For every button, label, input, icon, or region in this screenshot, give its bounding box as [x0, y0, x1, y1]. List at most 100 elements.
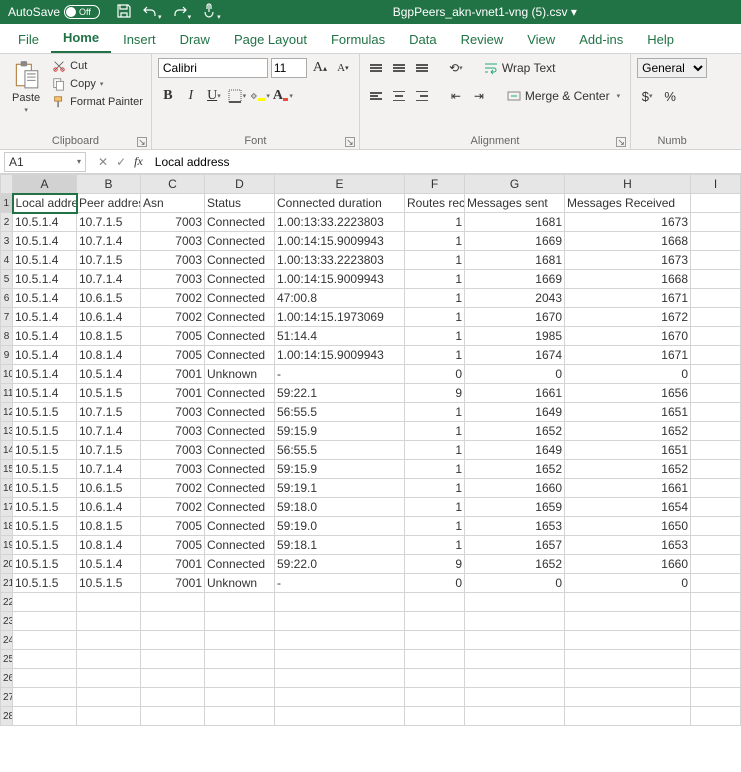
cell[interactable]: 1.00:13:33.2223803: [275, 251, 405, 270]
cell[interactable]: 7003: [141, 213, 205, 232]
decrease-indent-button[interactable]: ⇤: [446, 86, 466, 106]
cell[interactable]: [77, 688, 141, 707]
cell[interactable]: Connected: [205, 479, 275, 498]
cell[interactable]: 1651: [565, 403, 691, 422]
cell[interactable]: [405, 688, 465, 707]
cell[interactable]: 7001: [141, 365, 205, 384]
cell[interactable]: 2043: [465, 289, 565, 308]
tab-page-layout[interactable]: Page Layout: [222, 26, 319, 53]
cell[interactable]: 7003: [141, 441, 205, 460]
cell[interactable]: 1660: [465, 479, 565, 498]
cell[interactable]: Status: [205, 194, 275, 213]
cell[interactable]: [275, 650, 405, 669]
row-header[interactable]: 19: [1, 536, 13, 555]
cell[interactable]: Connected: [205, 536, 275, 555]
cell[interactable]: 59:22.1: [275, 384, 405, 403]
cell[interactable]: 10.7.1.4: [77, 422, 141, 441]
cell[interactable]: 10.5.1.4: [77, 365, 141, 384]
cell[interactable]: Unknown: [205, 574, 275, 593]
cell[interactable]: 10.7.1.5: [77, 441, 141, 460]
cell[interactable]: 59:18.1: [275, 536, 405, 555]
cell[interactable]: [691, 536, 741, 555]
cell[interactable]: [77, 612, 141, 631]
cell[interactable]: [275, 688, 405, 707]
cell[interactable]: [465, 669, 565, 688]
cell[interactable]: 10.5.1.5: [13, 498, 77, 517]
cell[interactable]: 0: [465, 365, 565, 384]
cell[interactable]: 9: [405, 555, 465, 574]
cell[interactable]: [77, 650, 141, 669]
cell[interactable]: 10.5.1.4: [13, 346, 77, 365]
cell[interactable]: [691, 308, 741, 327]
cell[interactable]: 10.5.1.4: [13, 270, 77, 289]
cell[interactable]: [405, 707, 465, 726]
cell[interactable]: 10.5.1.4: [13, 289, 77, 308]
cell[interactable]: 10.5.1.5: [77, 574, 141, 593]
cell[interactable]: 7003: [141, 460, 205, 479]
cell[interactable]: 1: [405, 536, 465, 555]
cell[interactable]: 1668: [565, 270, 691, 289]
cell[interactable]: [691, 479, 741, 498]
tab-review[interactable]: Review: [449, 26, 516, 53]
cell[interactable]: [205, 669, 275, 688]
cell[interactable]: 1: [405, 251, 465, 270]
tab-insert[interactable]: Insert: [111, 26, 168, 53]
row-header[interactable]: 17: [1, 498, 13, 517]
cell[interactable]: [565, 707, 691, 726]
row-header[interactable]: 3: [1, 232, 13, 251]
cell[interactable]: 1652: [565, 460, 691, 479]
row-header[interactable]: 10: [1, 365, 13, 384]
cell[interactable]: [405, 612, 465, 631]
cell[interactable]: 10.7.1.4: [77, 460, 141, 479]
cell[interactable]: [565, 593, 691, 612]
cell[interactable]: 1661: [565, 479, 691, 498]
cell[interactable]: [691, 270, 741, 289]
cell[interactable]: Connected: [205, 232, 275, 251]
cell[interactable]: [141, 593, 205, 612]
cell[interactable]: 1673: [565, 251, 691, 270]
cell[interactable]: 1661: [465, 384, 565, 403]
select-all-corner[interactable]: [1, 175, 13, 194]
row-header[interactable]: 20: [1, 555, 13, 574]
cell[interactable]: Local address: [13, 194, 77, 213]
cell[interactable]: 1: [405, 289, 465, 308]
cell[interactable]: [141, 688, 205, 707]
cell[interactable]: 7002: [141, 289, 205, 308]
number-format-select[interactable]: General: [637, 58, 707, 78]
cell[interactable]: [691, 688, 741, 707]
cell[interactable]: [205, 631, 275, 650]
cell[interactable]: 1: [405, 308, 465, 327]
cell[interactable]: [275, 631, 405, 650]
cell[interactable]: [405, 631, 465, 650]
cell[interactable]: 1681: [465, 213, 565, 232]
cell[interactable]: 1: [405, 232, 465, 251]
cell[interactable]: 10.5.1.5: [13, 403, 77, 422]
cell[interactable]: 1654: [565, 498, 691, 517]
cell[interactable]: 10.8.1.4: [77, 536, 141, 555]
column-header-H[interactable]: H: [565, 175, 691, 194]
increase-font-button[interactable]: A▴: [310, 58, 330, 78]
cell[interactable]: [691, 669, 741, 688]
cell[interactable]: 1652: [465, 422, 565, 441]
cell[interactable]: 10.6.1.5: [77, 479, 141, 498]
row-header[interactable]: 5: [1, 270, 13, 289]
cell[interactable]: 1652: [565, 422, 691, 441]
row-header[interactable]: 1: [1, 194, 13, 213]
cell[interactable]: 7002: [141, 479, 205, 498]
row-header[interactable]: 13: [1, 422, 13, 441]
cell[interactable]: 1672: [565, 308, 691, 327]
column-header-B[interactable]: B: [77, 175, 141, 194]
cell[interactable]: 10.6.1.4: [77, 308, 141, 327]
cell[interactable]: [691, 517, 741, 536]
align-top-button[interactable]: [366, 58, 386, 78]
cell[interactable]: Connected: [205, 460, 275, 479]
cell[interactable]: 7001: [141, 384, 205, 403]
cell[interactable]: 1.00:14:15.1973069: [275, 308, 405, 327]
cell[interactable]: 1681: [465, 251, 565, 270]
cell[interactable]: [691, 612, 741, 631]
cell[interactable]: 1: [405, 346, 465, 365]
cell[interactable]: [465, 612, 565, 631]
cell[interactable]: 1985: [465, 327, 565, 346]
cell[interactable]: [13, 707, 77, 726]
tab-help[interactable]: Help: [635, 26, 686, 53]
